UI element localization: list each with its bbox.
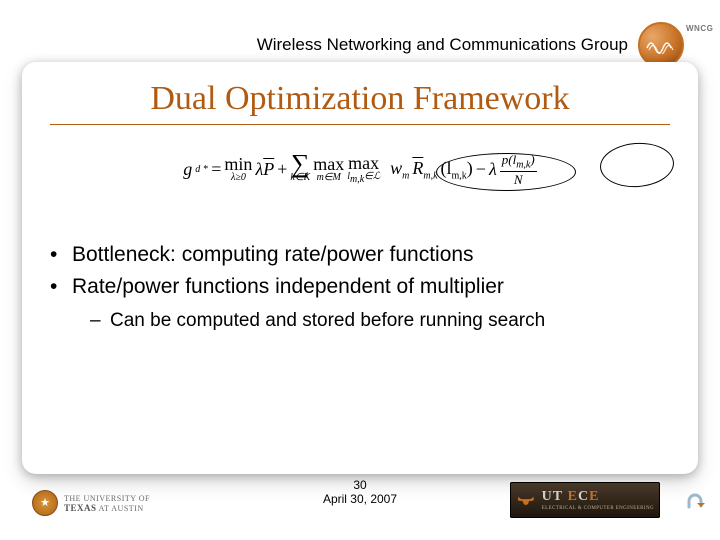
slide: Wireless Networking and Communications G… bbox=[0, 0, 720, 540]
formula-minus: − bbox=[476, 159, 486, 180]
ut-ece-logo: UT ECE ELECTRICAL & COMPUTER ENGINEERING bbox=[510, 482, 660, 518]
bullet-list: Bottleneck: computing rate/power functio… bbox=[54, 241, 670, 333]
utece-subtitle: ELECTRICAL & COMPUTER ENGINEERING bbox=[542, 506, 654, 511]
slide-card: Dual Optimization Framework gd* = min λ≥… bbox=[22, 62, 698, 474]
formula-min: min λ≥0 bbox=[224, 155, 252, 183]
return-icon[interactable] bbox=[682, 492, 708, 518]
ut-line3: AT AUSTIN bbox=[99, 504, 144, 513]
longhorn-icon bbox=[516, 488, 536, 512]
formula-frac: p(lm,k) N bbox=[500, 153, 537, 186]
footer: THE UNIVERSITY OF TEXAS AT AUSTIN 30 Apr… bbox=[0, 478, 720, 522]
formula-eq: = bbox=[211, 159, 221, 180]
ut-line2: TEXAS bbox=[64, 503, 97, 513]
ut-austin-logo: THE UNIVERSITY OF TEXAS AT AUSTIN bbox=[32, 490, 150, 516]
page-number: 30 bbox=[323, 478, 397, 492]
formula: gd* = min λ≥0 λP + ∑ k∈K max m∈M max bbox=[50, 145, 670, 217]
formula-max1: max m∈M bbox=[313, 155, 344, 183]
title-underline bbox=[50, 124, 670, 125]
page-date: April 30, 2007 bbox=[323, 492, 397, 506]
formula-max2: max lm,k∈ℒ bbox=[347, 154, 380, 185]
formula-plus: + bbox=[277, 159, 287, 180]
formula-sum: ∑ k∈K bbox=[290, 155, 310, 183]
bullet-bottleneck: Bottleneck: computing rate/power functio… bbox=[54, 241, 670, 269]
bullet-independent: Rate/power functions independent of mult… bbox=[54, 273, 670, 301]
slide-title: Dual Optimization Framework bbox=[50, 80, 670, 118]
formula-lambda2: λ bbox=[489, 159, 497, 180]
ut-seal-icon bbox=[32, 490, 58, 516]
page-meta: 30 April 30, 2007 bbox=[323, 478, 397, 507]
subbullet-precompute: Can be computed and stored before runnin… bbox=[90, 308, 670, 334]
wncg-logo-text: WNCG bbox=[686, 24, 713, 33]
ut-line1: THE UNIVERSITY OF bbox=[64, 494, 150, 503]
header-group-name: Wireless Networking and Communications G… bbox=[257, 35, 628, 55]
